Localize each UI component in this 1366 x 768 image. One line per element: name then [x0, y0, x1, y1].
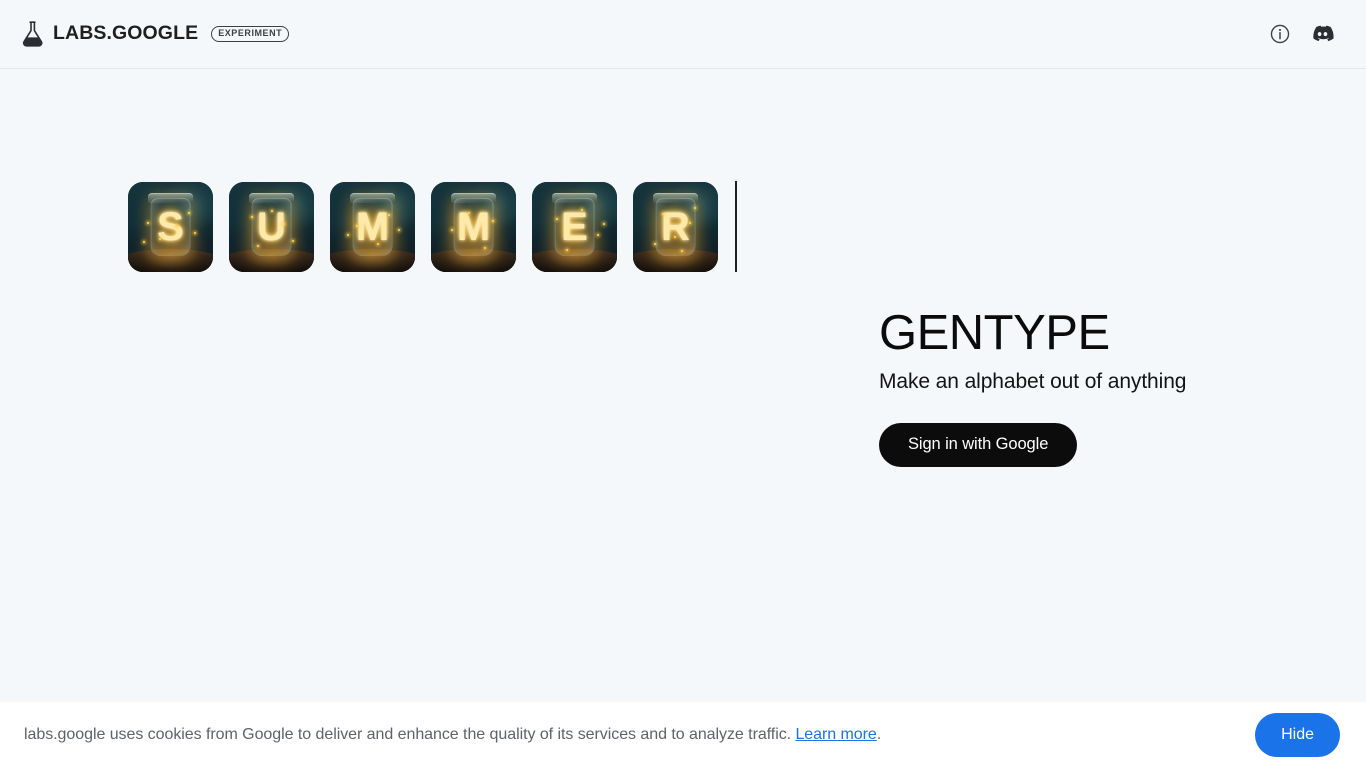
glass-jar: [453, 198, 494, 256]
cookie-message-before: labs.google uses cookies from Google to …: [24, 726, 796, 743]
learn-more-link[interactable]: Learn more: [795, 726, 876, 743]
firefly-spark: [146, 221, 149, 224]
firefly-spark: [291, 239, 294, 242]
hide-button[interactable]: Hide: [1255, 713, 1340, 757]
cookie-message-after: .: [876, 726, 882, 743]
firefly-spark: [376, 243, 379, 246]
firefly-spark: [355, 225, 358, 228]
firefly-spark: [673, 236, 676, 238]
firefly-spark: [566, 248, 568, 251]
firefly-spark: [661, 212, 664, 215]
firefly-spark: [555, 218, 558, 220]
firefly-spark: [187, 211, 190, 214]
main-stage: S U M M E R GENTYPE Make an alphabet out…: [0, 69, 1366, 702]
sign-in-with-google-button[interactable]: Sign in with Google: [879, 422, 1078, 467]
experiment-badge: EXPERIMENT: [211, 25, 290, 43]
letter-tile[interactable]: R: [633, 182, 718, 272]
cookie-message: labs.google uses cookies from Google to …: [24, 726, 881, 744]
letter-tile-strip: S U M M E R: [128, 182, 718, 272]
glass-jar: [352, 198, 393, 256]
header-actions: [1268, 22, 1334, 46]
text-caret: [735, 181, 737, 272]
brand-logo[interactable]: LABS.GOOGLE EXPERIMENT: [21, 17, 290, 51]
letter-tile[interactable]: U: [229, 182, 314, 272]
page-title: GENTYPE: [879, 306, 1110, 360]
letter-tile[interactable]: S: [128, 182, 213, 272]
brand-wordmark: LABS.GOOGLE: [53, 22, 199, 45]
app-header: LABS.GOOGLE EXPERIMENT: [0, 0, 1366, 69]
glass-jar: [554, 198, 595, 256]
discord-icon[interactable]: [1310, 22, 1334, 46]
firefly-spark: [689, 221, 692, 224]
firefly-spark: [270, 209, 273, 212]
glass-jar: [150, 198, 191, 256]
glass-jar: [655, 198, 696, 256]
firefly-spark: [483, 246, 486, 249]
letter-tile[interactable]: E: [532, 182, 617, 272]
letter-tile[interactable]: M: [330, 182, 415, 272]
glass-jar: [251, 198, 292, 256]
cookie-consent-banner: labs.google uses cookies from Google to …: [0, 702, 1366, 768]
firefly-spark: [596, 234, 599, 237]
hero-section: GENTYPE Make an alphabet out of anything…: [879, 306, 1299, 467]
info-icon[interactable]: [1268, 22, 1292, 46]
page-subtitle: Make an alphabet out of anything: [879, 369, 1187, 393]
firefly-spark: [398, 228, 400, 231]
letter-tile[interactable]: M: [431, 182, 516, 272]
flask-icon: [21, 21, 44, 47]
